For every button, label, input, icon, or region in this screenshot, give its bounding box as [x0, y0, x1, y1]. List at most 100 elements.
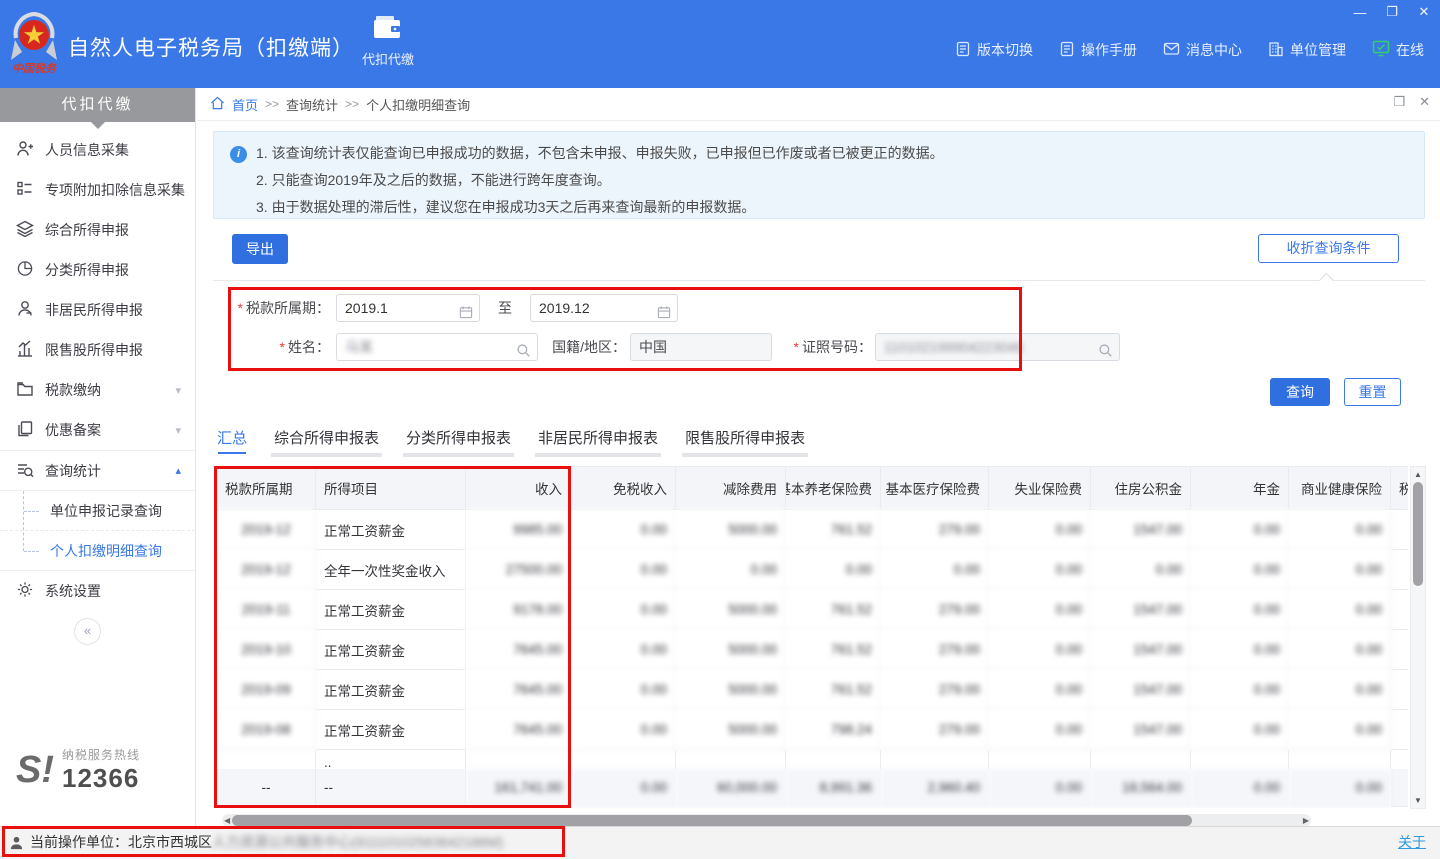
sidebar-item-comprehensive-income[interactable]: 综合所得申报	[0, 210, 195, 250]
chevron-down-icon: ▾	[175, 424, 181, 437]
minimize-button[interactable]: —	[1352, 4, 1368, 20]
table-cell: 全年一次性奖金收入	[316, 550, 466, 590]
table-cell: 0.00	[881, 550, 989, 590]
sidebar-item-preferential-filing[interactable]: 优惠备案 ▾	[0, 410, 195, 450]
table-cell: 0.00	[989, 590, 1091, 630]
menu-manual[interactable]: 操作手册	[1059, 40, 1137, 60]
tab-comprehensive-income[interactable]: 综合所得申报表	[274, 427, 379, 457]
table-cell: 7645.00	[466, 710, 571, 750]
search-icon[interactable]	[516, 340, 531, 361]
close-button[interactable]: ✕	[1416, 4, 1432, 20]
table-cell: 60,000.00	[676, 769, 786, 807]
vertical-scrollbar[interactable]: ▲ ▼	[1410, 466, 1426, 809]
sidebar-item-special-deduction[interactable]: 专项附加扣除信息采集	[0, 170, 195, 210]
info-icon: i	[230, 146, 247, 163]
report-tabs: 汇总 综合所得申报表 分类所得申报表 非居民所得申报表 限售股所得申报表	[217, 427, 805, 457]
breadcrumb-home[interactable]: 首页	[232, 95, 258, 114]
period-to-input[interactable]: 2019.12	[530, 294, 678, 322]
column-header: 基本医疗保险费	[881, 466, 989, 510]
table-cell	[466, 750, 571, 769]
table-cell	[1191, 750, 1289, 769]
collapse-query-conditions-button[interactable]: 收折查询条件	[1258, 234, 1399, 263]
table-cell: 0.00	[1289, 590, 1391, 630]
table-cell: 2019-08	[216, 710, 316, 750]
tab-restricted-shares[interactable]: 限售股所得申报表	[685, 427, 805, 457]
vertical-scrollbar-thumb[interactable]	[1413, 482, 1423, 586]
table-row[interactable]: 2019-08正常工资薪金7645.000.005000.00798.24279…	[216, 710, 1408, 750]
table-cell	[676, 750, 786, 769]
calendar-icon[interactable]	[459, 301, 473, 322]
document-icon	[1059, 41, 1075, 60]
query-button[interactable]: 查询	[1270, 378, 1330, 406]
sidebar-item-system-settings[interactable]: 系统设置	[0, 571, 195, 611]
sidebar-subitem-unit-declaration-query[interactable]: 单位申报记录查询	[0, 491, 195, 531]
sidebar-item-personnel-info[interactable]: 人员信息采集	[0, 130, 195, 170]
about-link[interactable]: 关于	[1398, 827, 1426, 858]
table-cell: 2019-11	[216, 590, 316, 630]
calendar-icon[interactable]	[657, 301, 671, 322]
panel-close-icon[interactable]: ✕	[1419, 94, 1430, 110]
copy-icon	[16, 420, 34, 440]
table-cell: 0.00	[1289, 710, 1391, 750]
table-cell: 761.52	[786, 630, 881, 670]
menu-online-status[interactable]: 在线	[1372, 40, 1424, 60]
table-cell: 161,741.00	[466, 769, 571, 807]
sidebar-item-nonresident-income[interactable]: 非居民所得申报	[0, 290, 195, 330]
table-row[interactable]: 2019-09正常工资薪金7645.000.005000.00761.52279…	[216, 670, 1408, 710]
layers-icon	[16, 220, 34, 240]
table-cell: 0.00	[571, 550, 676, 590]
sidebar-item-restricted-shares[interactable]: 限售股所得申报	[0, 330, 195, 370]
panel-maximize-icon[interactable]: ❒	[1393, 94, 1405, 110]
table-cell	[1391, 510, 1408, 550]
column-header: 免税收入	[571, 466, 676, 510]
menu-unit-management[interactable]: 单位管理	[1268, 40, 1346, 60]
table-cell: 0.00	[1289, 550, 1391, 590]
search-list-icon	[16, 461, 34, 481]
period-from-input[interactable]: 2019.1	[336, 294, 480, 322]
sidebar-item-query-statistics[interactable]: 查询统计 ▴	[0, 450, 195, 490]
notice-box: i 1. 该查询统计表仅能查询已申报成功的数据，不包含未申报、申报失败，已申报但…	[213, 131, 1425, 219]
app-title: 自然人电子税务局（扣缴端）	[68, 32, 354, 62]
table-cell: 279.00	[881, 710, 989, 750]
table-row[interactable]: 2019-12正常工资薪金9985.000.005000.00761.52279…	[216, 510, 1408, 550]
table-cell: 0.00	[786, 550, 881, 590]
panel-controls: ❒ ✕	[1393, 94, 1430, 110]
table-cell: 2,960.40	[881, 769, 989, 807]
restore-button[interactable]: ❐	[1384, 4, 1400, 20]
tab-classified-income[interactable]: 分类所得申报表	[406, 427, 511, 457]
reset-button[interactable]: 重置	[1344, 378, 1401, 406]
column-header: 收入	[466, 466, 571, 510]
scroll-down-icon[interactable]: ▼	[1411, 796, 1425, 805]
table-totals-row[interactable]: ----161,741.000.0060,000.008,991.362,960…	[216, 769, 1408, 807]
horizontal-scrollbar-thumb[interactable]	[232, 815, 1192, 826]
scroll-up-icon[interactable]: ▲	[1411, 470, 1425, 479]
table-row[interactable]: 2019-10正常工资薪金7645.000.005000.00761.52279…	[216, 630, 1408, 670]
table-cell	[1091, 750, 1191, 769]
menu-message-center[interactable]: 消息中心	[1163, 40, 1242, 60]
sidebar-subitem-personal-withholding-query[interactable]: 个人扣缴明细查询	[0, 531, 195, 571]
name-input[interactable]: 马某	[336, 333, 538, 361]
table-cell: 9985.00	[466, 510, 571, 550]
table-row[interactable]: 2019-12全年一次性奖金收入27500.000.000.000.000.00…	[216, 550, 1408, 590]
table-cell: 0.00	[571, 510, 676, 550]
column-header: 减除费用	[676, 466, 786, 510]
tab-daikou-daijiao[interactable]: 代扣代缴	[350, 14, 426, 68]
tab-summary[interactable]: 汇总	[217, 427, 247, 457]
export-button[interactable]: 导出	[232, 234, 288, 264]
search-icon[interactable]	[1098, 340, 1113, 361]
table-cell: 279.00	[881, 670, 989, 710]
table-cell: 正常工资薪金	[316, 630, 466, 670]
table-cell	[786, 750, 881, 769]
table-cell: 18,564.00	[1091, 769, 1191, 807]
breadcrumb-query-statistics[interactable]: 查询统计	[286, 95, 338, 114]
sidebar-item-classified-income[interactable]: 分类所得申报	[0, 250, 195, 290]
collapse-panel-notch	[1319, 273, 1335, 289]
column-header: 失业保险费	[989, 466, 1091, 510]
menu-version-switch[interactable]: 版本切换	[955, 40, 1033, 60]
table-row[interactable]: 2019-11正常工资薪金9178.000.005000.00761.52279…	[216, 590, 1408, 630]
tab-nonresident-income[interactable]: 非居民所得申报表	[538, 427, 658, 457]
sidebar-item-tax-payment[interactable]: 税款缴纳 ▾	[0, 370, 195, 410]
titlebar: — ❐ ✕ 中国税务 自然人电子税务局（扣缴端） 代扣代缴 版本切换	[0, 0, 1440, 88]
table-row[interactable]: ..	[216, 750, 1408, 769]
sidebar-collapse-button[interactable]: «	[74, 618, 101, 645]
